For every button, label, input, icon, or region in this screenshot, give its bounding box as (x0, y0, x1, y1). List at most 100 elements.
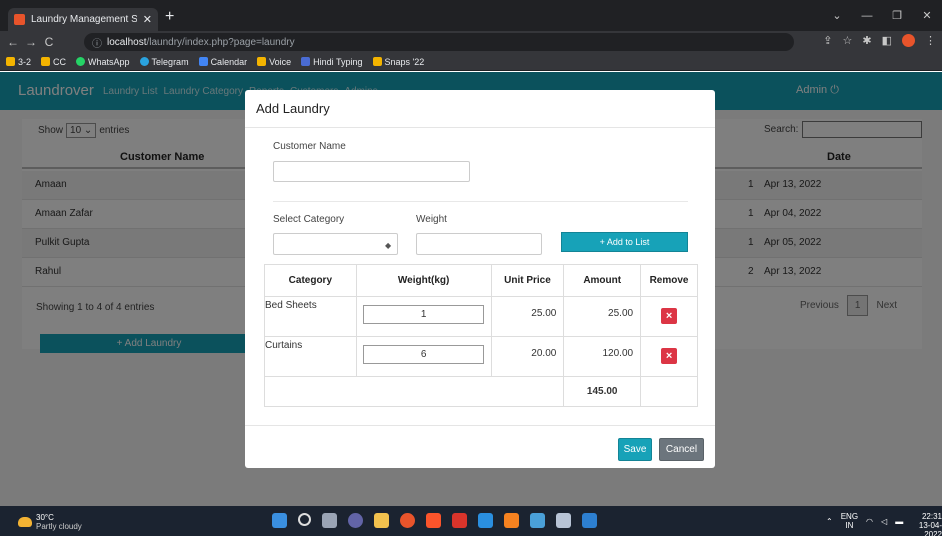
favicon-icon (14, 14, 25, 25)
search-icon[interactable] (298, 513, 311, 526)
sidepanel-icon[interactable]: ◧ (882, 34, 892, 47)
folder-icon (6, 57, 15, 66)
forward-icon[interactable]: → (22, 35, 40, 49)
category-select[interactable] (273, 233, 398, 255)
weight-input[interactable] (416, 233, 542, 255)
item-row: Curtains 6 20.00 120.00 × (264, 336, 698, 377)
remove-item-button[interactable]: × (661, 348, 678, 364)
tray-chevron-icon[interactable]: ⌃ (826, 517, 833, 526)
photos-icon[interactable] (530, 513, 545, 528)
bookmarks-bar: 3-2 CC WhatsApp Telegram Calendar Voice … (0, 53, 942, 71)
bookmark-item[interactable]: Hindi Typing (301, 57, 363, 67)
select-caret-icon: ◆ (385, 241, 392, 250)
items-header-row: Category Weight(kg) Unit Price Amount Re… (264, 264, 698, 297)
weather-icon (18, 517, 32, 527)
taskbar-clock[interactable]: 22:31 13-04-2022 (904, 512, 942, 536)
new-tab-icon[interactable]: + (165, 9, 174, 25)
url-input[interactable]: ⓘ localhost/laundry/index.php?page=laund… (84, 33, 794, 51)
bookmark-item[interactable]: Snaps '22 (372, 57, 424, 67)
column-weight: Weight(kg) (355, 264, 492, 297)
customer-name-input[interactable] (273, 161, 470, 182)
item-category: Curtains (264, 336, 357, 377)
bookmark-item[interactable]: Voice (257, 57, 291, 67)
whatsapp-icon (76, 57, 86, 66)
tab-search-icon[interactable]: ⌄ (822, 9, 852, 22)
reload-icon[interactable]: C (40, 35, 58, 49)
wifi-icon[interactable]: ◠ (866, 517, 873, 526)
bookmark-item[interactable]: WhatsApp (76, 57, 130, 67)
item-weight-input[interactable]: 1 (363, 305, 485, 324)
bookmark-item[interactable]: CC (41, 57, 66, 67)
weight-label: Weight (416, 214, 447, 225)
laundry-items-table: Category Weight(kg) Unit Price Amount Re… (263, 264, 698, 407)
item-amount: 120.00 (563, 336, 642, 377)
item-category: Bed Sheets (264, 296, 357, 337)
weather-widget[interactable]: 30°C Partly cloudy (18, 513, 82, 531)
close-tab-icon[interactable]: ✕ (143, 13, 152, 26)
folder-icon (41, 57, 51, 66)
windows-taskbar: 30°C Partly cloudy ⌃ ENG IN ◠ ◁ ▬ 22:31 … (0, 506, 942, 536)
system-tray: ⌃ ENG IN ◠ ◁ ▬ (826, 512, 903, 530)
share-icon[interactable]: ⇪ (823, 34, 832, 47)
volume-icon[interactable]: ◁ (881, 517, 887, 526)
column-unit-price: Unit Price (490, 264, 565, 297)
bookmark-item[interactable]: 3-2 (6, 57, 31, 67)
toolbar-icons: ⇪ ☆ ✱ ◧ ⋮ (823, 34, 936, 47)
vscode-icon[interactable] (478, 513, 493, 528)
back-icon[interactable]: ← (4, 35, 22, 49)
column-remove: Remove (640, 264, 698, 297)
modal-title: Add Laundry (256, 101, 330, 116)
bookmark-item[interactable]: Calendar (198, 57, 247, 67)
keyboard-icon (301, 57, 311, 66)
voice-icon (257, 57, 267, 66)
bookmark-item[interactable]: Telegram (139, 57, 189, 67)
people-icon[interactable] (556, 513, 571, 528)
window-controls: ⌄ — ❐ ✕ (822, 0, 942, 31)
profile-avatar[interactable] (902, 34, 915, 47)
item-amount: 25.00 (563, 296, 642, 337)
taskbar-apps (272, 513, 597, 528)
maximize-icon[interactable]: ❐ (882, 9, 912, 22)
telegram-icon (139, 57, 149, 66)
folder-icon (372, 57, 382, 66)
cancel-button[interactable]: Cancel (659, 438, 704, 461)
item-unit-price: 20.00 (490, 336, 565, 377)
form-divider (273, 201, 688, 202)
menu-dots-icon[interactable]: ⋮ (925, 34, 936, 47)
extensions-icon[interactable]: ✱ (862, 34, 871, 47)
total-amount: 145.00 (563, 376, 642, 407)
item-unit-price: 25.00 (490, 296, 565, 337)
item-weight-input[interactable]: 6 (363, 345, 485, 364)
browser-tab[interactable]: Laundry Management System ✕ (8, 8, 158, 31)
column-category: Category (264, 264, 357, 297)
save-button[interactable]: Save (618, 438, 652, 461)
modal-footer-divider (245, 425, 715, 426)
brave-icon[interactable] (426, 513, 441, 528)
site-info-icon[interactable]: ⓘ (92, 35, 102, 50)
store-icon[interactable] (582, 513, 597, 528)
task-view-icon[interactable] (322, 513, 337, 528)
url-host: localhost (107, 36, 147, 48)
item-row: Bed Sheets 1 25.00 25.00 × (264, 296, 698, 337)
column-amount: Amount (563, 264, 642, 297)
url-path: /laundry/index.php?page=laundry (146, 36, 295, 48)
address-bar-row: ← → C ⓘ localhost/laundry/index.php?page… (0, 31, 942, 53)
chat-icon[interactable] (348, 513, 363, 528)
calendar-icon (198, 57, 208, 66)
xampp-icon[interactable] (504, 513, 519, 528)
minimize-icon[interactable]: — (852, 10, 882, 22)
tab-title: Laundry Management System (31, 14, 137, 25)
close-window-icon[interactable]: ✕ (912, 9, 942, 22)
bookmark-star-icon[interactable]: ☆ (843, 34, 853, 47)
add-to-list-button[interactable]: + Add to List (561, 232, 688, 252)
file-explorer-icon[interactable] (374, 513, 389, 528)
chrome-icon[interactable] (400, 513, 415, 528)
add-laundry-modal: Add Laundry Customer Name Select Categor… (245, 90, 715, 468)
remove-item-button[interactable]: × (661, 308, 678, 324)
battery-icon[interactable]: ▬ (895, 517, 903, 526)
modal-header: Add Laundry (245, 90, 715, 128)
select-category-label: Select Category (273, 214, 345, 225)
start-icon[interactable] (272, 513, 287, 528)
language-indicator[interactable]: ENG IN (841, 512, 858, 530)
acrobat-icon[interactable] (452, 513, 467, 528)
